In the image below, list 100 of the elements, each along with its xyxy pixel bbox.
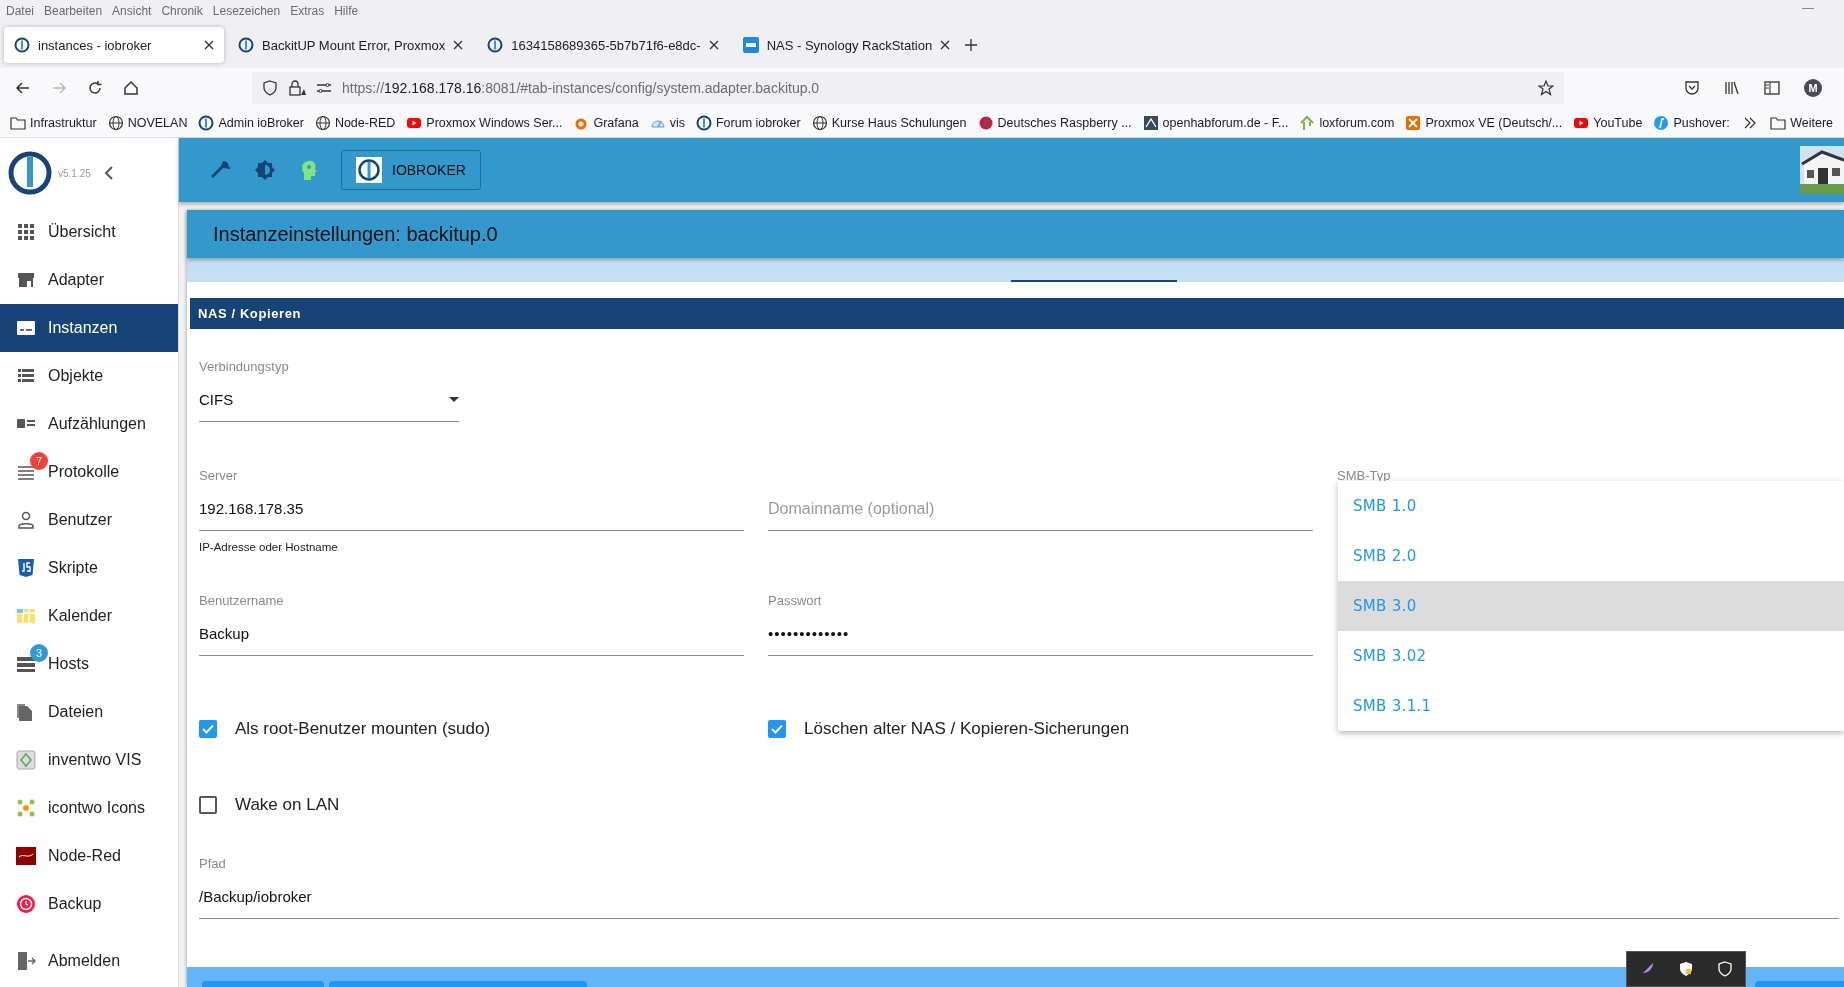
sidebar-item[interactable]: Aufzählungen [0,400,178,448]
sidebar-item[interactable]: Objekte [0,352,178,400]
iobroker-logo-icon [487,37,504,53]
bookmark[interactable]: Forum iobroker [695,114,801,131]
checkbox-label: Löschen alter NAS / Kopieren-Sicherungen [804,719,1130,739]
section-header: NAS / Kopieren [190,298,1844,329]
helper-text: IP-Adresse oder Hostname [199,541,339,555]
brightness-icon[interactable] [253,158,277,182]
version-label: v5.1.25 [58,167,92,179]
field-label: Pfad [199,856,227,873]
field-label: Verbindungstyp [199,359,290,376]
sidebar-item[interactable]: Dateien [0,688,178,736]
check-icon [771,724,783,734]
bookmark[interactable]: loxforum.com [1299,114,1395,131]
text-field[interactable]: ••••••••••••• [768,611,1313,656]
host-button[interactable]: IOBROKER [341,150,481,190]
browser-tab[interactable]: 1634158689365-5b7b71f6-e8dc- [477,27,729,63]
sidebar-item[interactable]: Adapter [0,256,178,304]
shield-icon[interactable] [1717,961,1734,977]
sidebar-item[interactable]: Skripte [0,544,178,592]
checkbox[interactable] [199,720,217,738]
bookmark[interactable]: YouTube [1573,114,1643,131]
menu-item[interactable]: Extras [290,4,325,18]
close-icon[interactable] [204,40,214,50]
reload-icon[interactable] [86,79,104,97]
close-icon[interactable] [453,40,464,50]
store-icon [16,270,36,290]
library-icon[interactable] [1724,80,1740,96]
sidebar-icon[interactable] [1764,81,1780,95]
menu-item[interactable]: Chronik [161,4,203,18]
bookmark[interactable]: openhabforum.de - F... [1142,114,1289,131]
count-badge: 3 [30,644,48,662]
minimize-icon[interactable] [1802,8,1814,10]
menu-item[interactable]: Lesezeichen [212,4,281,18]
field-label: Benutzername [199,593,285,610]
sidebar-item[interactable]: Kalender [0,592,178,640]
menu-item[interactable]: Datei [6,4,34,18]
bookmark[interactable]: Deutsches Raspberry ... [977,114,1132,131]
menu-item[interactable]: Hilfe [334,4,359,18]
bookmark[interactable]: vis [649,114,685,131]
sidebar-item[interactable]: Instanzen [0,304,178,352]
bookmark[interactable]: Pushover: [1653,114,1730,131]
text-field[interactable]: /Backup/iobroker [199,874,1839,919]
caret-icon [449,396,459,402]
browser-tab[interactable]: BackitUP Mount Error, Proxmox [228,27,474,63]
checkbox-label: Wake on LAN [235,795,340,815]
sidebar-item[interactable]: Benutzer [0,496,178,544]
star-icon[interactable] [1538,80,1554,96]
sidebar-item[interactable]: Protokolle 7 [0,448,178,496]
bookmark[interactable]: NOVELAN [107,114,188,131]
address-bar[interactable]: https://192.168.178.16:8081/#tab-instances/config/system.adapter.backitup.0 [252,72,1564,104]
menu-item[interactable]: Bearbeiten [44,4,103,18]
close-icon[interactable] [708,40,719,50]
bookmark[interactable]: Infrastruktur [10,114,97,131]
menu-item[interactable]: Ansicht [112,4,152,18]
sidebar-item[interactable]: Hosts 3 [0,640,178,688]
bookmark[interactable]: Kurse Haus Schulungen [811,114,967,131]
field-label: Passwort [768,593,823,610]
calendar-icon [16,606,36,626]
checkbox[interactable] [199,796,217,814]
globe-icon [107,114,124,131]
bookmark[interactable]: Proxmox Windows Ser... [406,114,563,131]
folder-icon [10,114,26,131]
iobroker-logo-icon [356,157,382,183]
sidebar-item[interactable]: inventwo VIS [0,736,178,784]
text-field[interactable]: Backup [199,611,744,656]
sidebar-item[interactable]: Backup [0,880,178,928]
browser-tab[interactable]: NAS - Synology RackStation [732,27,961,63]
sidebar-item[interactable]: Übersicht [0,208,178,256]
url-text: https://192.168.178.16:8081/#tab-instances/config/system.adapter.backitup.0 [342,80,821,96]
globe-icon [314,114,331,131]
dropdown-field[interactable]: CIFS [199,377,459,422]
bookmark[interactable]: Weitere [1770,114,1833,131]
bookmark[interactable]: Proxmox VE (Deutsch/... [1405,114,1563,131]
checkbox[interactable] [768,720,786,738]
chevrons-icon[interactable] [1744,116,1757,129]
browser-tab[interactable]: instances - iobroker [4,27,224,63]
text-field[interactable]: 192.168.178.35 [199,486,744,531]
close-icon[interactable] [940,40,951,50]
new-tab-icon[interactable] [964,38,979,52]
sidebar-item[interactable]: Node-Red [0,832,178,880]
home-icon[interactable] [122,79,140,97]
account-avatar[interactable]: M [1804,79,1822,97]
text-field[interactable]: Domainname (optional) [768,486,1313,531]
collapse-icon[interactable] [104,166,114,180]
bookmark[interactable]: Node-RED [314,114,396,131]
raspberry-icon [977,114,994,131]
permissions-icon [316,82,332,94]
sidebar-item[interactable]: icontwo Icons [0,784,178,832]
sidebar-item[interactable]: Abmelden [0,937,178,985]
pocket-icon[interactable] [1684,80,1700,96]
iobroker-logo-icon [198,114,215,131]
flow-icon [16,846,36,866]
lock-warning-icon [288,80,306,96]
shield-icon[interactable] [1678,961,1694,977]
person-icon [16,510,36,530]
bookmark[interactable]: Admin ioBroker [198,114,304,131]
iobroker-logo-icon [8,151,52,195]
bookmark[interactable]: Grafana [573,114,639,131]
field-label: Server [199,468,239,485]
